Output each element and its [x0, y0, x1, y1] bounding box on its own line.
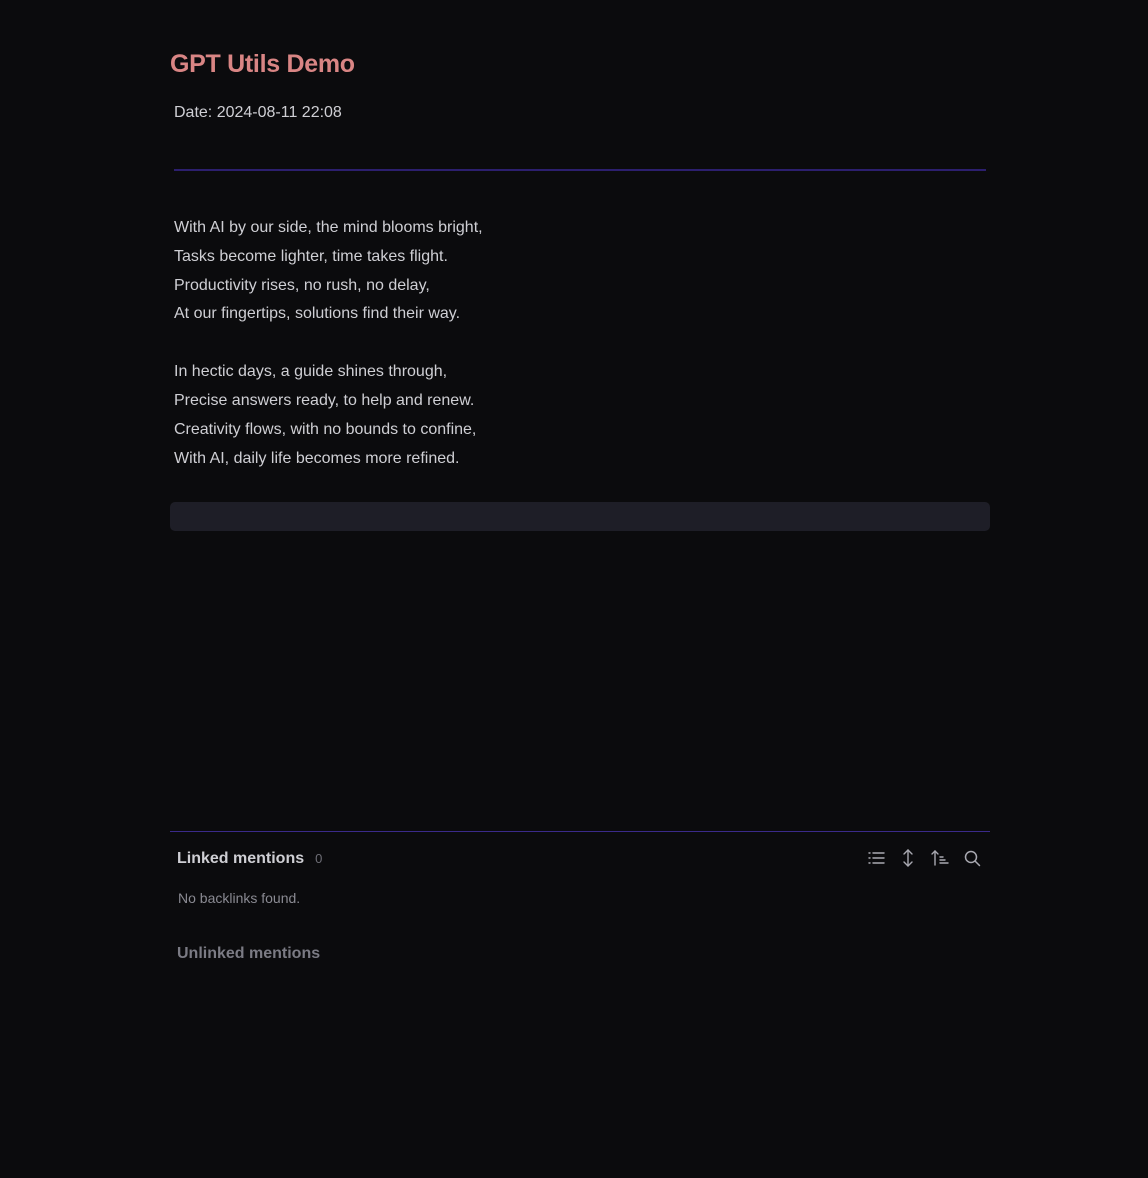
show-more-context-button[interactable]	[896, 845, 920, 871]
note-title[interactable]: GPT Utils Demo	[170, 46, 355, 82]
poem-line[interactable]: Productivity rises, no rush, no delay,	[174, 272, 986, 301]
poem-line[interactable]: Creativity flows, with no bounds to conf…	[174, 416, 986, 445]
poem-line[interactable]: With AI, daily life becomes more refined…	[174, 445, 986, 474]
linked-mentions-title: Linked mentions	[177, 850, 305, 867]
poem-line[interactable]: Precise answers ready, to help and renew…	[174, 387, 986, 416]
poem-line[interactable]: At our fingertips, solutions find their …	[174, 300, 986, 329]
search-icon	[964, 850, 980, 866]
poem-line[interactable]: Tasks become lighter, time takes flight.	[174, 243, 986, 272]
list-icon	[867, 852, 885, 864]
poem-body[interactable]: With AI by our side, the mind blooms bri…	[174, 214, 986, 502]
collapse-results-button[interactable]	[864, 845, 888, 871]
backlinks-toolbar	[864, 845, 984, 871]
sort-ascending-icon	[931, 850, 949, 866]
search-backlinks-button[interactable]	[960, 845, 984, 871]
horizontal-rule	[174, 169, 986, 171]
poem-line[interactable]: In hectic days, a guide shines through,	[174, 358, 986, 387]
expand-vertical-icon	[903, 849, 913, 867]
no-backlinks-message: No backlinks found.	[178, 890, 301, 906]
stanza: In hectic days, a guide shines through, …	[174, 358, 986, 473]
linked-mentions-header[interactable]: Linked mentions 0	[177, 850, 322, 868]
unlinked-mentions-title[interactable]: Unlinked mentions	[177, 943, 320, 965]
note-view: GPT Utils Demo Date: 2024-08-11 22:08 Wi…	[0, 0, 1148, 1178]
empty-code-block[interactable]	[170, 502, 990, 531]
backlinks-divider	[170, 831, 990, 832]
stanza: With AI by our side, the mind blooms bri…	[174, 214, 986, 329]
poem-line[interactable]: With AI by our side, the mind blooms bri…	[174, 214, 986, 243]
change-sort-order-button[interactable]	[928, 845, 952, 871]
linked-mentions-count: 0	[315, 851, 323, 866]
date-line[interactable]: Date: 2024-08-11 22:08	[174, 101, 342, 125]
